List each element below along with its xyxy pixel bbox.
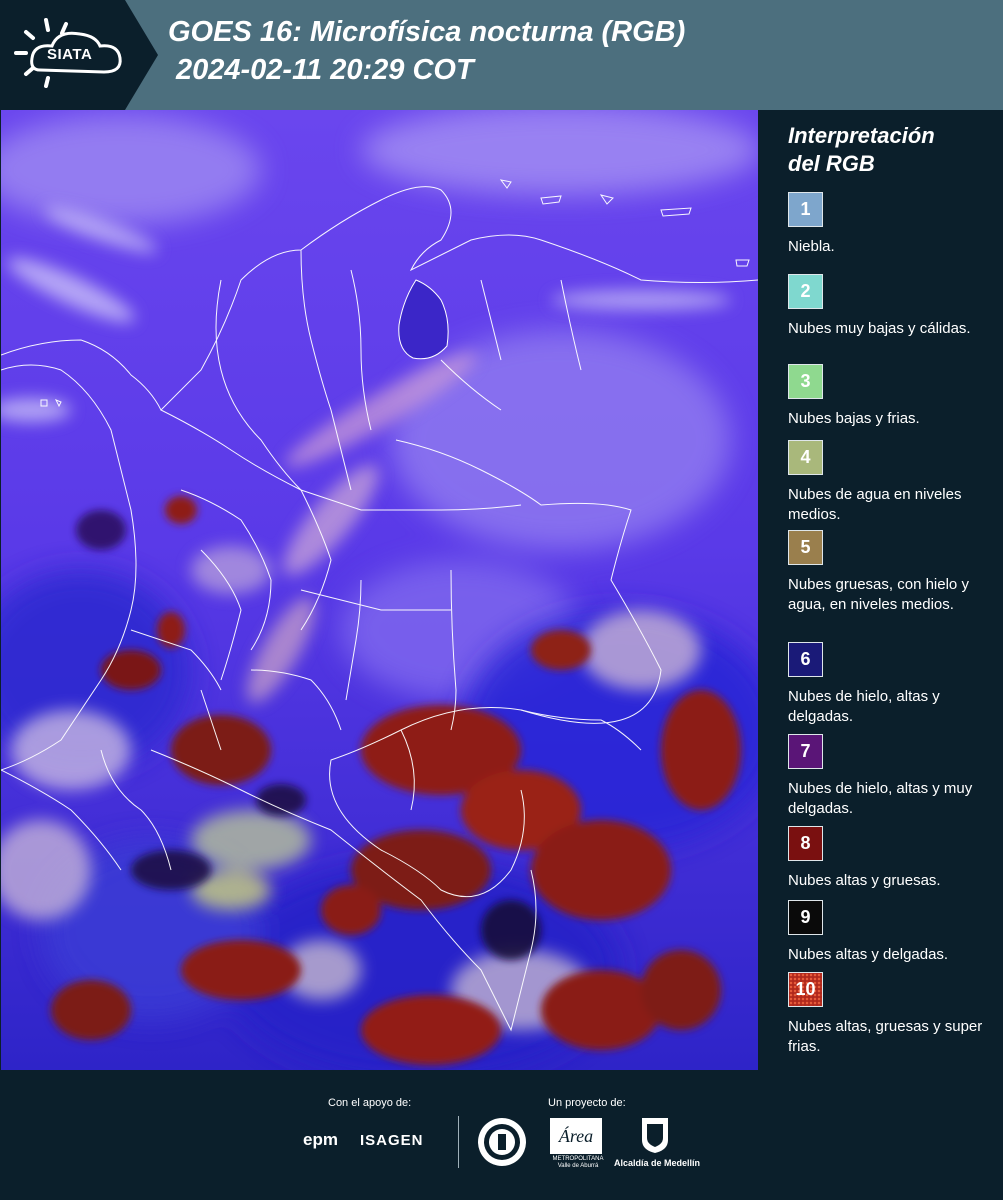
isagen-logo: ISAGEN (360, 1132, 424, 1149)
alcaldia-shield-icon (642, 1118, 668, 1153)
legend-swatch-4: 4 (788, 440, 823, 475)
legend-label-6: Nubes de hielo, altas y delgadas. (788, 688, 940, 725)
support-label: Con el apoyo de: (328, 1097, 412, 1109)
legend-title: Interpretación del RGB (788, 122, 935, 178)
legend-swatch-6: 6 (788, 642, 823, 677)
page-title: GOES 16: Microfísica nocturna (RGB) (168, 16, 686, 48)
footer-bar: Con el apoyo de: Un proyecto de: epm ISA… (0, 1070, 1003, 1200)
header-bar: SIATA GOES 16: Microfísica nocturna (RGB… (0, 0, 1003, 110)
legend-label-7: Nubes de hielo, altas y muy delgadas. (788, 780, 973, 817)
epm-logo: epm (303, 1130, 338, 1149)
legend-title-line2: del RGB (788, 151, 875, 176)
legend-item-8: 8 Nubes altas y gruesas. (788, 826, 993, 891)
legend-swatch-10: 10 (788, 972, 823, 1007)
area-metropolitana-label: METROPOLITANA Valle de Aburrá (552, 1156, 604, 1169)
legend-label-9: Nubes altas y delgadas. (788, 946, 949, 963)
legend-label-10: Nubes altas, gruesas y super frias. (788, 1018, 983, 1055)
legend-item-2: 2 Nubes muy bajas y cálidas. (788, 274, 993, 339)
legend-title-line1: Interpretación (788, 123, 935, 148)
legend-label-4: Nubes de agua en niveles medios. (788, 486, 962, 523)
legend-label-2: Nubes muy bajas y cálidas. (788, 320, 971, 337)
legend-swatch-3: 3 (788, 364, 823, 399)
siata-logo-text: SIATA (47, 46, 93, 63)
footer-divider (458, 1116, 459, 1168)
satellite-map (1, 110, 758, 1070)
project-label: Un proyecto de: (548, 1097, 626, 1109)
legend-swatch-9: 9 (788, 900, 823, 935)
rgb-legend: Interpretación del RGB 1 Niebla. 2 Nubes mu… (760, 110, 1003, 1070)
legend-swatch-5: 5 (788, 530, 823, 565)
legend-label-5: Nubes gruesas, con hielo y agua, en nive… (788, 576, 969, 613)
legend-item-1: 1 Niebla. (788, 192, 993, 257)
legend-swatch-2: 2 (788, 274, 823, 309)
area-metropolitana-logo-icon: Área (550, 1118, 602, 1154)
legend-item-7: 7 Nubes de hielo, altas y muy delgadas. (788, 734, 993, 819)
legend-swatch-1: 1 (788, 192, 823, 227)
legend-swatch-8: 8 (788, 826, 823, 861)
legend-label-8: Nubes altas y gruesas. (788, 872, 941, 889)
siata-logo: SIATA (0, 0, 160, 110)
legend-item-10: 10 Nubes altas, gruesas y super frias. (788, 972, 993, 1057)
legend-item-5: 5 Nubes gruesas, con hielo y agua, en niv… (788, 530, 993, 615)
svg-text:Área: Área (558, 1125, 593, 1146)
legend-swatch-7: 7 (788, 734, 823, 769)
legend-item-3: 3 Nubes bajas y frias. (788, 364, 993, 429)
legend-item-6: 6 Nubes de hielo, altas y delgadas. (788, 642, 993, 727)
legend-item-4: 4 Nubes de agua en niveles medios. (788, 440, 993, 525)
page-timestamp: 2024-02-11 20:29 COT (176, 54, 474, 86)
legend-label-3: Nubes bajas y frias. (788, 410, 920, 427)
seal-logo-icon (478, 1118, 526, 1166)
legend-label-1: Niebla. (788, 238, 835, 255)
legend-item-9: 9 Nubes altas y delgadas. (788, 900, 993, 965)
alcaldia-label: Alcaldía de Medellín (613, 1158, 701, 1168)
